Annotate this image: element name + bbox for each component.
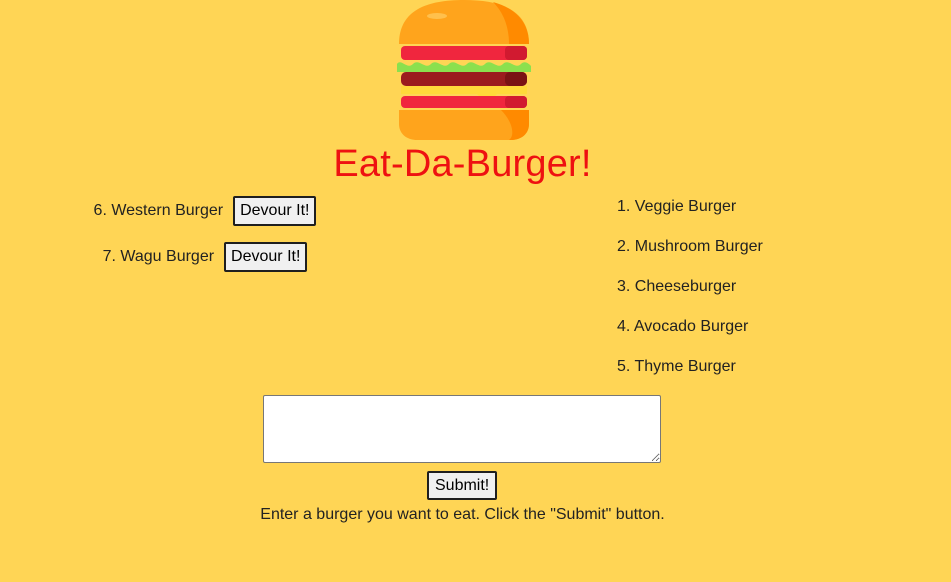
list-item: 2. Mushroom Burger: [617, 238, 763, 255]
list-item: 4. Avocado Burger: [617, 318, 749, 335]
list-item: 3. Cheeseburger: [617, 278, 737, 295]
devour-button[interactable]: Devour It!: [224, 242, 308, 272]
instructions-text: Enter a burger you want to eat. Click th…: [260, 506, 665, 523]
burger-name-input[interactable]: [263, 395, 661, 463]
uneaten-burger-list: 6. Western Burger Devour It! 7. Wagu Bur…: [0, 196, 410, 288]
list-item: 7. Wagu Burger Devour It!: [0, 242, 410, 272]
eaten-burger-list: 1. Veggie Burger 2. Mushroom Burger 3. C…: [617, 196, 763, 396]
burger-icon: [397, 0, 531, 140]
devour-button[interactable]: Devour It!: [233, 196, 317, 226]
list-item: 6. Western Burger Devour It!: [0, 196, 410, 226]
list-item: 5. Thyme Burger: [617, 358, 736, 375]
burger-name: 7. Wagu Burger: [102, 248, 215, 265]
list-item: 1. Veggie Burger: [617, 198, 737, 215]
submit-button[interactable]: Submit!: [427, 471, 498, 500]
page-title: Eat-Da-Burger!: [333, 143, 592, 185]
burger-name: 6. Western Burger: [93, 202, 224, 219]
